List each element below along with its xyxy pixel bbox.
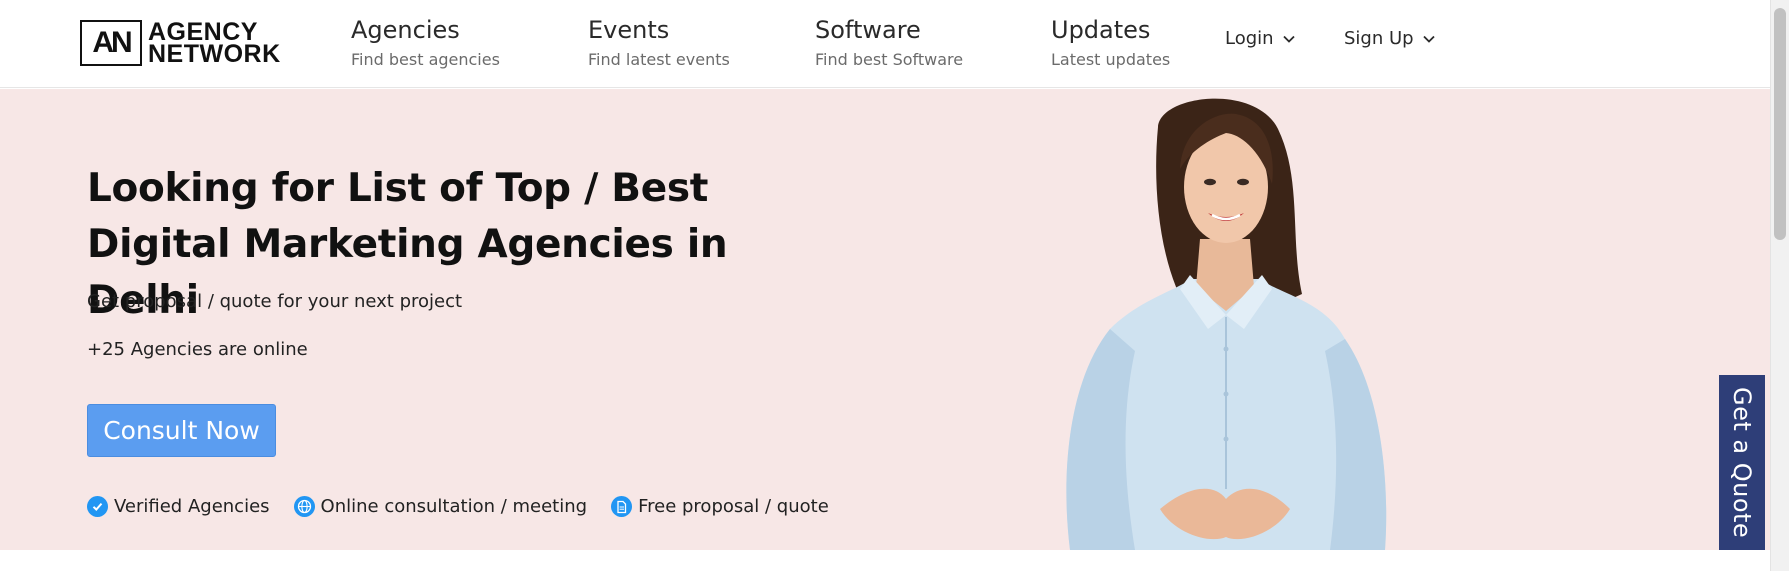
nav-title[interactable]: Updates <box>1051 14 1170 46</box>
consult-now-button[interactable]: Consult Now <box>87 404 276 457</box>
nav-item-software[interactable]: Software Find best Software <box>815 14 963 71</box>
check-circle-icon <box>87 496 108 517</box>
feature-verified-agencies: Verified Agencies <box>87 496 270 517</box>
feature-online-consultation: Online consultation / meeting <box>293 496 588 517</box>
globe-icon <box>293 496 315 517</box>
hero-section: Looking for List of Top / Best Digital M… <box>0 89 1770 550</box>
get-a-quote-tab[interactable]: Get a Quote <box>1719 375 1765 550</box>
site-header: AN AGENCY NETWORK Agencies Find best age… <box>0 0 1770 88</box>
feature-label: Free proposal / quote <box>638 496 829 517</box>
scrollbar-thumb[interactable] <box>1774 8 1786 240</box>
nav-item-events[interactable]: Events Find latest events <box>588 14 730 71</box>
feature-list: Verified Agencies Online consultation / … <box>87 496 829 517</box>
nav-title[interactable]: Software <box>815 14 963 46</box>
nav-title[interactable]: Events <box>588 14 730 46</box>
document-icon <box>611 496 633 517</box>
signup-dropdown[interactable]: Sign Up <box>1344 28 1436 49</box>
woman-photo <box>1066 98 1387 550</box>
logo-mark: AN <box>80 20 142 66</box>
signup-label: Sign Up <box>1344 28 1414 49</box>
nav-item-agencies[interactable]: Agencies Find best agencies <box>351 14 500 71</box>
nav-subtitle: Find latest events <box>588 50 730 69</box>
hero-subtitle: Get proposal / quote for your next proje… <box>87 291 463 312</box>
login-dropdown[interactable]: Login <box>1225 28 1296 49</box>
chevron-down-icon <box>1422 35 1435 43</box>
nav-title[interactable]: Agencies <box>351 14 500 46</box>
feature-label: Verified Agencies <box>114 496 270 517</box>
nav-subtitle: Find best agencies <box>351 50 500 69</box>
feature-free-proposal: Free proposal / quote <box>611 496 829 517</box>
chevron-down-icon <box>1282 35 1295 43</box>
logo-wordmark: AGENCY NETWORK <box>148 20 281 68</box>
nav-subtitle: Find best Software <box>815 50 964 69</box>
nav-subtitle: Latest updates <box>1051 50 1171 69</box>
login-label: Login <box>1225 28 1274 49</box>
agencies-online-text: +25 Agencies are online <box>87 339 308 360</box>
vertical-scrollbar[interactable] <box>1770 0 1789 571</box>
get-a-quote-label: Get a Quote <box>1728 386 1756 539</box>
agency-network-logo[interactable]: AN AGENCY NETWORK <box>80 20 281 68</box>
nav-item-updates[interactable]: Updates Latest updates <box>1051 14 1170 71</box>
feature-label: Online consultation / meeting <box>320 496 588 517</box>
logo-line-2: NETWORK <box>148 40 281 68</box>
